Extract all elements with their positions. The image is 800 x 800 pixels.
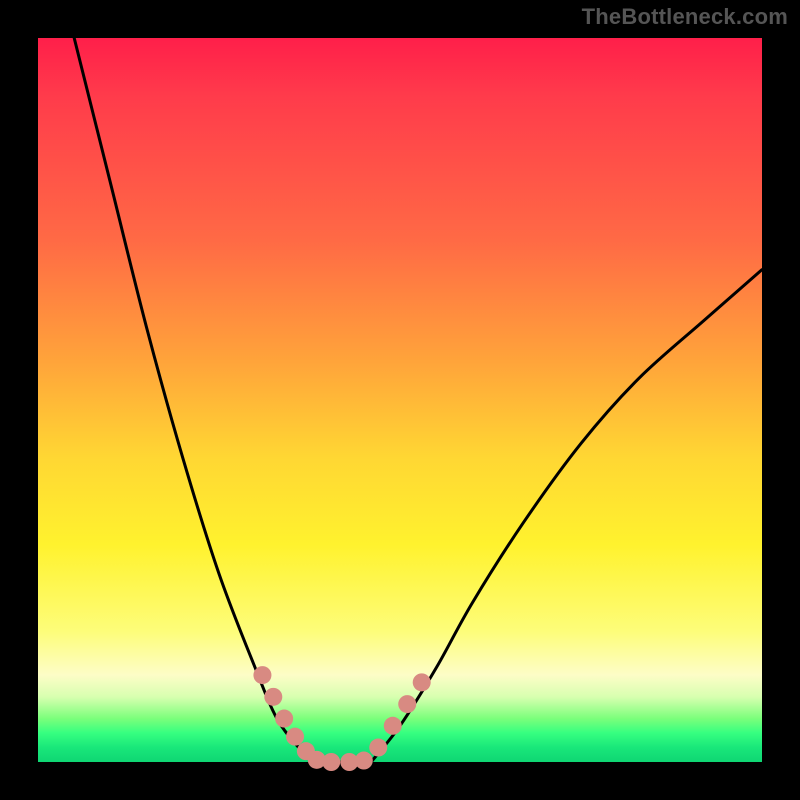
chart-frame: TheBottleneck.com [0,0,800,800]
highlight-dot [384,717,402,735]
curve-right [371,270,762,762]
highlight-dot [413,673,431,691]
highlight-dot [322,753,340,771]
highlight-dot [398,695,416,713]
attribution-text: TheBottleneck.com [582,4,788,30]
highlight-dot [355,752,373,770]
plot-area [38,38,762,762]
curve-left [74,38,313,762]
highlight-dot [253,666,271,684]
highlight-dot [286,728,304,746]
highlight-dot [264,688,282,706]
curve-overlay [38,38,762,762]
highlight-dot [369,739,387,757]
highlight-dot [275,710,293,728]
